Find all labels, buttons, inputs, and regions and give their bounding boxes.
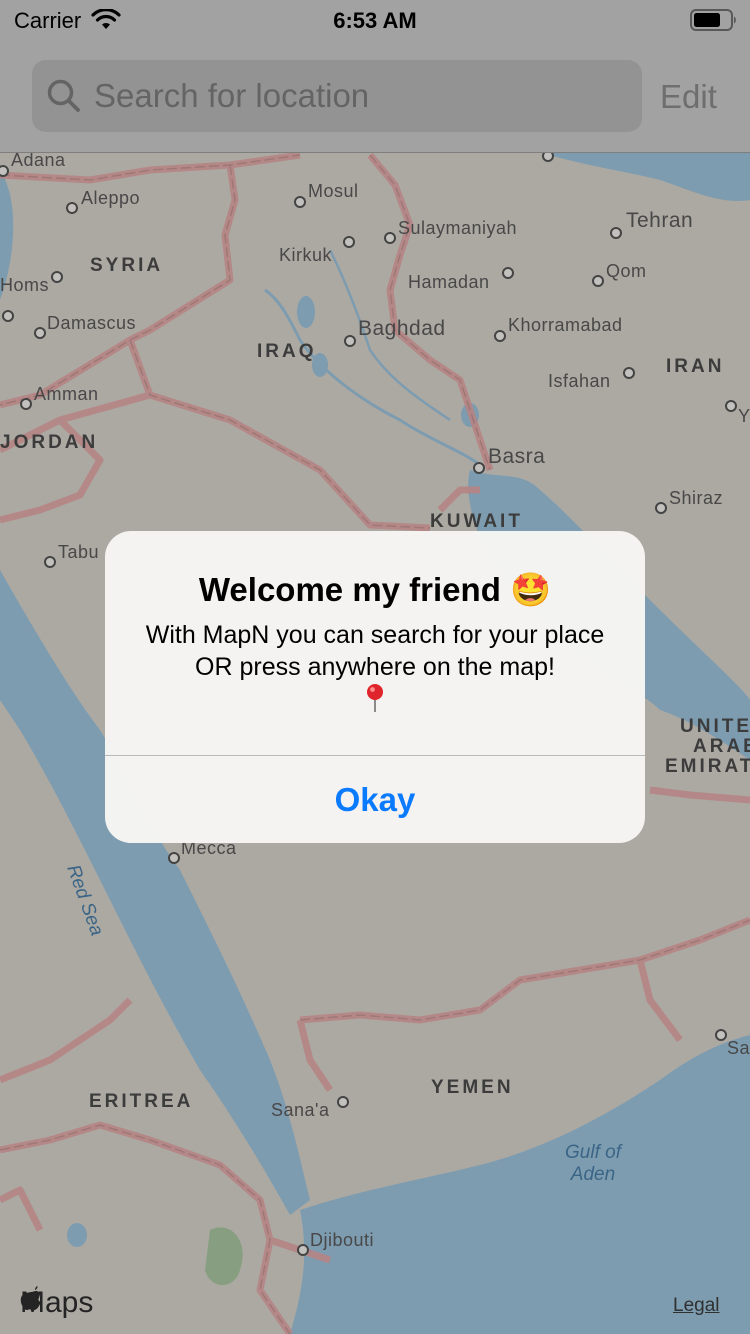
pushpin-icon [367,684,383,712]
welcome-alert: Welcome my friend 🤩 With MapN you can se… [105,531,645,843]
alert-title: Welcome my friend 🤩 [198,571,552,608]
alert-message: With MapN you can search for your place … [145,621,605,681]
okay-button[interactable]: Okay [105,756,645,843]
